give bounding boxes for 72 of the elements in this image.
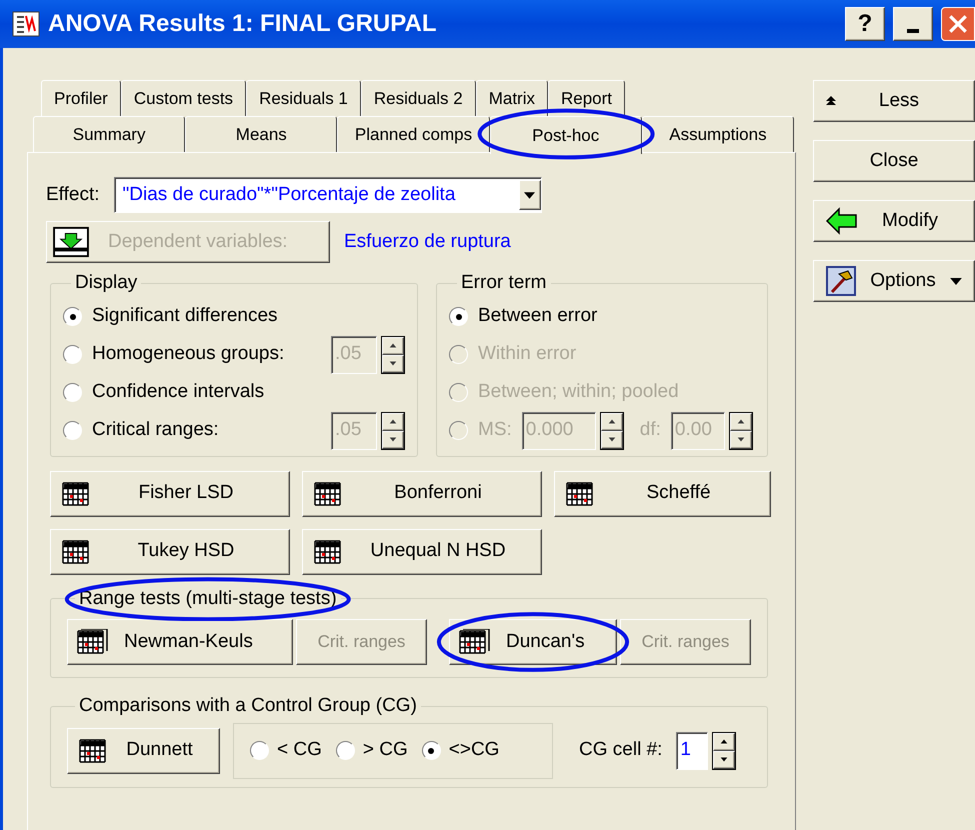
test-button[interactable]: Tukey HSD — [50, 528, 290, 574]
test-button[interactable]: Bonferroni — [302, 470, 542, 516]
option-label: < CG — [277, 738, 322, 762]
tab[interactable]: Post-hoc — [490, 116, 642, 154]
spinner[interactable] — [728, 412, 753, 450]
radio-button[interactable] — [449, 307, 468, 326]
test-button[interactable]: Unequal N HSD — [302, 528, 542, 574]
group-title: Display — [75, 272, 138, 293]
radio-button[interactable] — [63, 383, 82, 402]
app-icon — [12, 11, 40, 37]
tab[interactable]: Planned comps — [337, 116, 490, 152]
tab[interactable]: Custom tests — [120, 80, 246, 116]
test-button[interactable]: Fisher LSD — [50, 470, 290, 516]
range-test-button[interactable]: Duncan's — [449, 619, 617, 665]
option-label: Between; within; pooled — [478, 380, 680, 404]
group-title: Range tests (multi-stage tests) — [79, 588, 337, 608]
minimize-icon — [907, 29, 919, 33]
option-label: Within error — [478, 342, 578, 366]
dunnett-button[interactable]: Dunnett — [67, 728, 220, 774]
tab[interactable]: Profiler — [41, 80, 121, 116]
minimize-button[interactable] — [893, 7, 933, 41]
tab[interactable]: Assumptions — [642, 116, 794, 152]
group-title: Error term — [461, 272, 546, 293]
download-arrow-icon — [52, 226, 90, 258]
variable-name: Esfuerzo de ruptura — [344, 230, 511, 254]
close-icon — [947, 13, 969, 35]
dropdown-value: "Dias de curado"*"Porcentaje de zeolita — [122, 182, 456, 207]
side-button[interactable]: Close — [813, 140, 975, 182]
side-button[interactable]: Options — [813, 260, 975, 302]
spinner[interactable] — [381, 336, 405, 374]
tab[interactable]: Residuals 1 — [246, 80, 361, 116]
option-label: Critical ranges: — [92, 418, 219, 442]
help-button[interactable]: ? — [845, 7, 885, 41]
test-button[interactable]: Scheffé — [554, 470, 771, 516]
radio-button[interactable] — [250, 741, 269, 760]
window-title: ANOVA Results 1: FINAL GRUPAL — [48, 9, 438, 39]
radio-button[interactable] — [422, 741, 441, 760]
option-label: MS: — [478, 418, 512, 442]
close-button[interactable] — [941, 7, 975, 41]
option-label: Confidence intervals — [92, 380, 266, 404]
hammer-icon — [826, 266, 856, 296]
field-label: CG cell #: — [579, 738, 662, 762]
group-title: Comparisons with a Control Group (CG) — [79, 695, 417, 716]
spinner[interactable] — [381, 412, 405, 450]
table-grid-icon — [76, 629, 108, 655]
table-grid-icon — [458, 629, 490, 655]
option-label: <>CG — [448, 738, 500, 762]
tab[interactable]: Residuals 2 — [360, 80, 476, 116]
side-button[interactable]: Modify — [813, 200, 975, 242]
tab[interactable]: Means — [185, 116, 338, 152]
tab[interactable]: Matrix — [476, 80, 548, 116]
radio-button[interactable] — [63, 421, 82, 440]
radio-button[interactable] — [63, 307, 82, 326]
option-label: > CG — [362, 738, 408, 762]
spinner[interactable] — [712, 732, 736, 770]
left-arrow-icon — [826, 207, 858, 235]
range-test-button[interactable]: Newman-Keuls — [67, 619, 293, 665]
option-label: Significant differences — [92, 304, 279, 328]
number-field[interactable]: 1 — [676, 732, 708, 770]
side-button[interactable]: Less — [813, 80, 975, 122]
radio-button[interactable] — [63, 345, 82, 364]
option-label: Homogeneous groups: — [92, 342, 284, 366]
radio-button[interactable] — [336, 741, 355, 760]
tab[interactable]: Summary — [33, 116, 186, 152]
tab[interactable]: Report — [548, 80, 626, 116]
dropdown-arrow-icon — [950, 278, 962, 284]
field-label: Effect: — [46, 182, 100, 207]
effect-dropdown[interactable]: "Dias de curado"*"Porcentaje de zeolita — [114, 177, 542, 213]
option-label: Between error — [478, 304, 598, 328]
collapse-arrows-icon — [826, 96, 836, 106]
spinner[interactable] — [600, 412, 624, 450]
option-label: df: — [640, 418, 661, 442]
